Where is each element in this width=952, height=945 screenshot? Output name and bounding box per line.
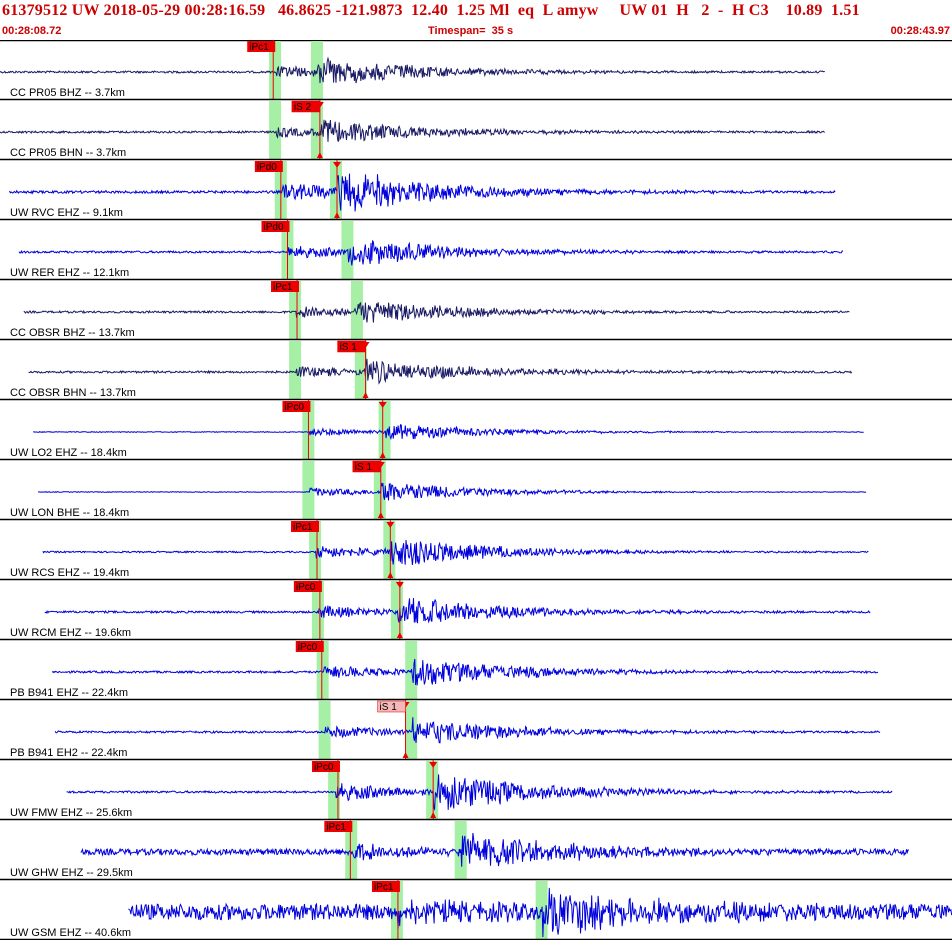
p-pick-label[interactable]: iPc1 (293, 522, 313, 533)
waveform (42, 539, 869, 565)
p-pick-label[interactable]: iPd0 (264, 222, 284, 233)
station-label: PB B941 EHZ -- 22.4km (10, 687, 128, 699)
trace-row[interactable]: iS 1 UW LON BHE -- 18.4km (0, 460, 952, 521)
trace-row[interactable]: iPc0 UW LO2 EHZ -- 18.4km (0, 400, 952, 461)
waveform (51, 658, 879, 686)
s-window (390, 581, 403, 639)
station-label: UW RER EHZ -- 12.1km (10, 267, 129, 279)
seismogram-traces[interactable]: iPc1 CC PR05 BHZ -- 3.7km iS 2 CC PR05 BHN … (0, 39, 952, 941)
s-pick-label[interactable]: iS 2 (294, 102, 312, 113)
trace-row[interactable]: iPd0 UW RER EHZ -- 12.1km (0, 220, 952, 281)
trace-row[interactable]: iPc0 UW FMW EHZ -- 25.6km (0, 760, 952, 821)
waveform (37, 482, 867, 501)
waveform (18, 239, 844, 266)
station-label: PB B941 EH2 -- 22.4km (10, 747, 127, 759)
waveform (0, 119, 826, 142)
station-label: UW RCM EHZ -- 19.6km (10, 627, 131, 639)
station-label: UW LO2 EHZ -- 18.4km (10, 447, 127, 459)
p-pick-label[interactable]: iPc0 (296, 582, 316, 593)
p-pick-label[interactable]: iPc1 (273, 282, 293, 293)
trace-row[interactable]: iPc1 CC OBSR BHZ -- 13.7km (0, 280, 952, 341)
station-label: CC PR05 BHZ -- 3.7km (10, 87, 125, 99)
p-pick-label[interactable]: iPc0 (284, 402, 304, 413)
p-pick-label[interactable]: iPc1 (326, 822, 346, 833)
seismogram-panel[interactable]: iPc1 CC PR05 BHZ -- 3.7km iS 2 CC PR05 BHN … (0, 39, 952, 941)
waveform (0, 56, 825, 84)
trace-row[interactable]: iPc1 UW GHW EHZ -- 29.5km (0, 820, 952, 881)
s-pick-label[interactable]: iS 1 (340, 342, 358, 353)
station-label: UW FMW EHZ -- 25.6km (10, 807, 132, 819)
trace-row[interactable]: iS 1 CC OBSR BHN -- 13.7km (0, 340, 952, 401)
station-label: UW GHW EHZ -- 29.5km (10, 867, 133, 879)
waveform (54, 717, 881, 744)
trace-row[interactable]: iS 2 CC PR05 BHN -- 3.7km (0, 100, 952, 161)
p-pick-label[interactable]: iPc0 (298, 642, 318, 653)
waveform (80, 832, 910, 867)
p-pick-label[interactable]: iPc1 (374, 882, 394, 893)
event-header: 61379512 UW 2018-05-29 00:28:16.59 46.86… (0, 0, 952, 40)
end-time-label: 00:28:43.97 (890, 25, 950, 37)
station-label: CC OBSR BHZ -- 13.7km (10, 327, 135, 339)
trace-row[interactable]: iPc0 PB B941 EHZ -- 22.4km (0, 640, 952, 701)
event-title: 61379512 UW 2018-05-29 00:28:16.59 46.86… (2, 2, 860, 19)
waveform (28, 358, 853, 385)
station-label: UW LON BHE -- 18.4km (10, 507, 129, 519)
start-time-label: 00:28:08.72 (2, 25, 62, 37)
waveform (23, 301, 850, 323)
waveform (66, 774, 893, 812)
waveform (33, 424, 864, 441)
trace-row[interactable]: iPc1 UW RCS EHZ -- 19.4km (0, 520, 952, 581)
s-pick-label[interactable]: iS 1 (355, 462, 373, 473)
waveform (44, 598, 871, 624)
station-label: CC OBSR BHN -- 13.7km (10, 387, 136, 399)
station-label: CC PR05 BHN -- 3.7km (10, 147, 126, 159)
trace-row[interactable]: iPc1 CC PR05 BHZ -- 3.7km (0, 40, 952, 101)
p-pick-label[interactable]: iPc0 (314, 762, 334, 773)
p-pick-label[interactable]: iPd0 (257, 162, 277, 173)
p-window (269, 101, 282, 159)
trace-row[interactable]: iPd0 UW RVC EHZ -- 9.1km (0, 160, 952, 221)
station-label: UW GSM EHZ -- 40.6km (10, 927, 131, 939)
trace-row[interactable]: iS 1 PB B941 EH2 -- 22.4km (0, 700, 952, 761)
s-pick-label[interactable]: iS 1 (380, 702, 398, 713)
station-label: UW RVC EHZ -- 9.1km (10, 207, 123, 219)
trace-row[interactable]: iPc1 UW GSM EHZ -- 40.6km (0, 880, 952, 941)
timespan-label: Timespan= 35 s (428, 25, 514, 37)
station-label: UW RCS EHZ -- 19.4km (10, 567, 129, 579)
trace-row[interactable]: iPc0 UW RCM EHZ -- 19.6km (0, 580, 952, 641)
p-pick-label[interactable]: iPc1 (249, 42, 269, 53)
waveform (9, 173, 836, 212)
